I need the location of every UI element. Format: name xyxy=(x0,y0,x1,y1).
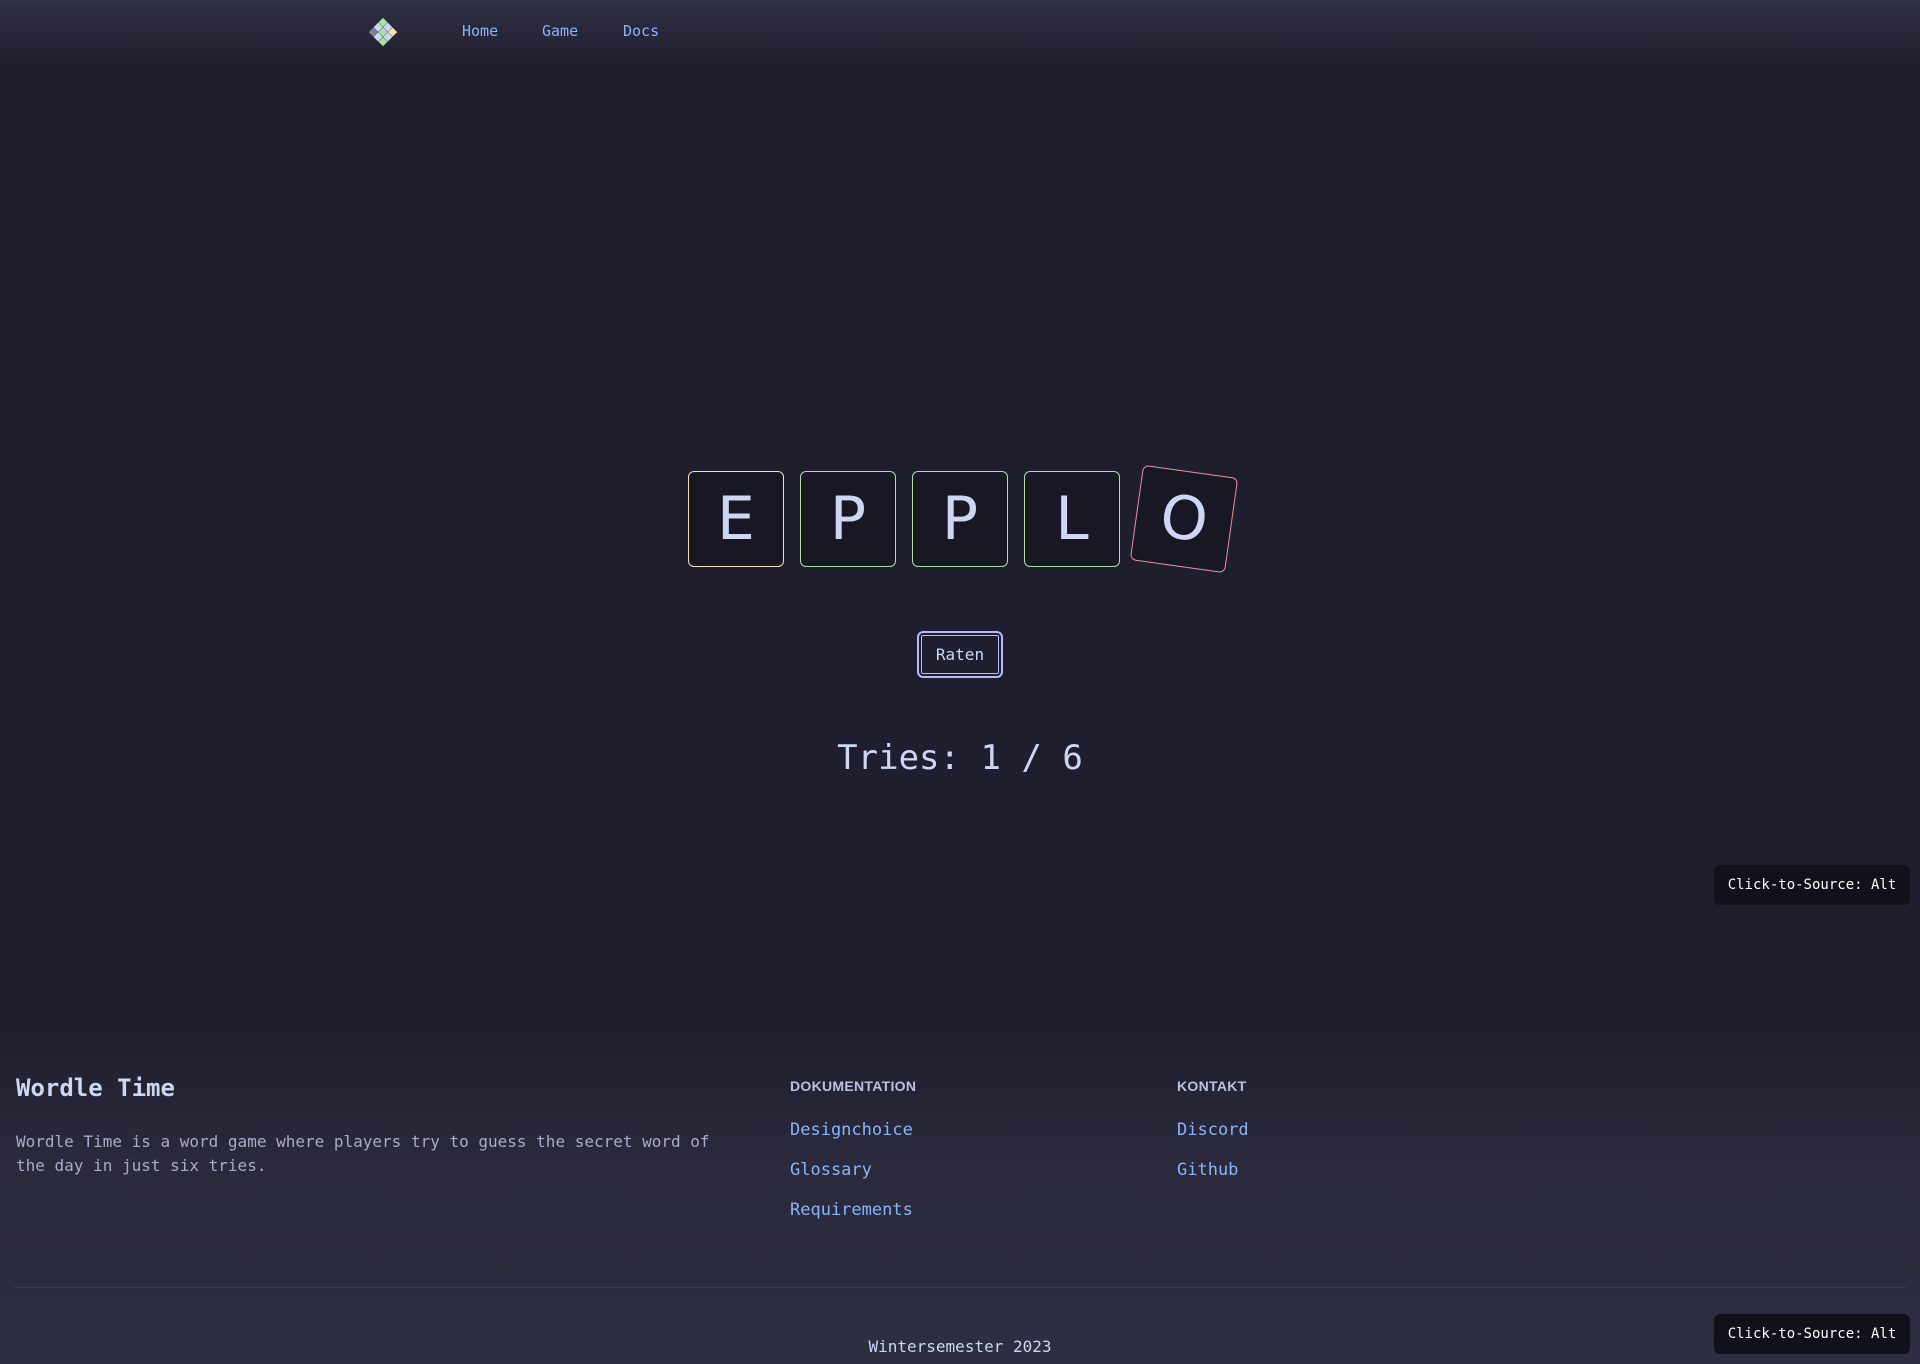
letter-tile[interactable]: E xyxy=(688,471,784,567)
letter-tile[interactable]: P xyxy=(912,471,1008,567)
tries-counter: Tries: 1 / 6 xyxy=(837,738,1083,778)
footer-link-github[interactable]: Github xyxy=(1177,1160,1238,1180)
semester-label: Wintersemester 2023 xyxy=(868,1337,1052,1356)
contact-heading: KONTAKT xyxy=(1177,1078,1247,1094)
wordle-grid-logo-icon[interactable] xyxy=(368,17,398,47)
footer-link-glossary[interactable]: Glossary xyxy=(790,1160,872,1180)
guess-button[interactable]: Raten xyxy=(915,629,1005,680)
top-navbar: Home Game Docs xyxy=(0,0,1920,66)
letter-tile-row: E P P L O xyxy=(688,464,1239,574)
nav-link-home[interactable]: Home xyxy=(462,22,498,40)
footer: Wordle Time Wordle Time is a word game w… xyxy=(0,1030,1920,1364)
letter-tile[interactable]: P xyxy=(800,471,896,567)
letter-tile[interactable]: L xyxy=(1024,471,1120,567)
nav-link-game[interactable]: Game xyxy=(542,22,578,40)
footer-link-designchoice[interactable]: Designchoice xyxy=(790,1120,913,1140)
footer-description: Wordle Time is a word game where players… xyxy=(16,1132,710,1175)
click-to-source-badge[interactable]: Click-to-Source: Alt xyxy=(1714,865,1910,905)
footer-link-discord[interactable]: Discord xyxy=(1177,1120,1249,1140)
click-to-source-badge[interactable]: Click-to-Source: Alt xyxy=(1714,1314,1910,1354)
nav-link-docs[interactable]: Docs xyxy=(623,22,659,40)
footer-title: Wordle Time xyxy=(16,1074,175,1102)
footer-link-requirements[interactable]: Requirements xyxy=(790,1200,913,1220)
footer-divider xyxy=(14,1287,1906,1288)
letter-tile-active[interactable]: O xyxy=(1129,464,1239,574)
docs-heading: DOKUMENTATION xyxy=(790,1078,917,1094)
